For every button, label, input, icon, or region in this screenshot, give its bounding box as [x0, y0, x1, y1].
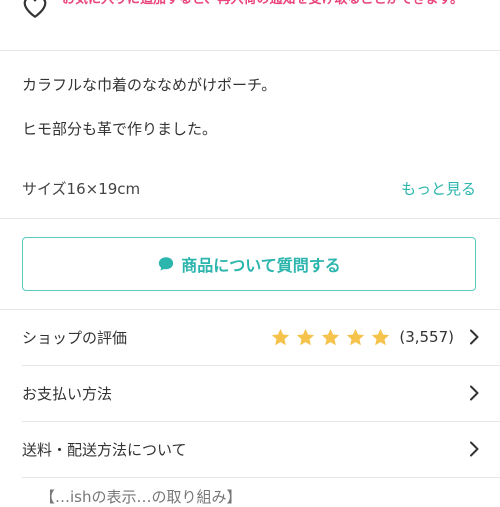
more-link[interactable]: もっと見る — [401, 178, 476, 199]
shop-rating-row[interactable]: ショップの評価 (3,557) — [22, 309, 482, 365]
description-line: カラフルな巾着のななめがけポーチ。 — [22, 76, 277, 94]
speech-bubble-icon — [157, 255, 175, 273]
size-text: サイズ16×19cm — [22, 180, 141, 198]
heart-outline-icon[interactable] — [22, 0, 48, 24]
star-icon — [297, 328, 315, 345]
shipping-info-row[interactable]: 送料・配送方法について — [22, 421, 482, 477]
divider — [0, 218, 500, 219]
divider — [0, 50, 500, 51]
chevron-right-icon — [466, 441, 482, 457]
star-icon — [272, 328, 290, 345]
payment-methods-label: お支払い方法 — [22, 384, 113, 403]
shop-rating-label: ショップの評価 — [22, 328, 128, 347]
star-icon — [372, 328, 390, 345]
favorite-banner: お気に入りに追加すると、再入荷の通知を受け取ることができます。 — [0, 0, 500, 50]
rating-count: (3,557) — [399, 328, 454, 346]
divider — [22, 477, 500, 478]
star-icon — [347, 328, 365, 345]
partial-footer-text: 【…ishの表示…の取り組み】 — [40, 488, 242, 506]
shipping-info-label: 送料・配送方法について — [22, 440, 187, 459]
chevron-right-icon — [466, 385, 482, 401]
ask-button-label: 商品について質問する — [181, 256, 341, 275]
star-icon — [322, 328, 340, 345]
rating-stars — [270, 327, 395, 348]
favorite-notice-text: お気に入りに追加すると、再入荷の通知を受け取ることができます。 — [62, 0, 482, 10]
chevron-right-icon — [466, 329, 482, 345]
payment-methods-row[interactable]: お支払い方法 — [22, 365, 482, 421]
ask-about-item-button[interactable]: 商品について質問する — [22, 237, 476, 291]
description-line: ヒモ部分も革で作りました。 — [22, 120, 218, 138]
